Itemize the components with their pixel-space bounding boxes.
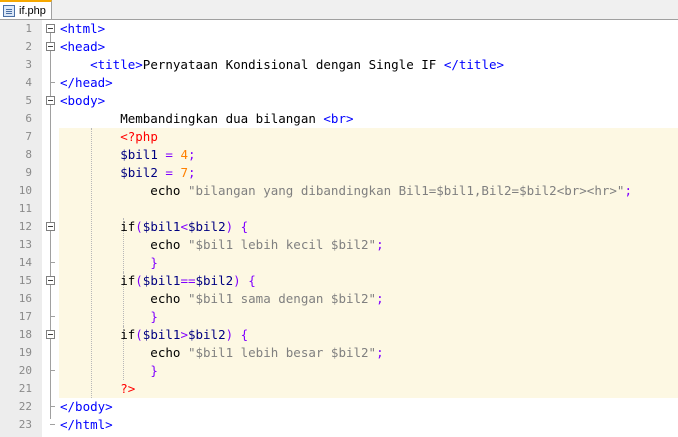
code-editor[interactable]: 1 <html> 2 <head> 3 <title>Pernyataan Kondis… [0, 20, 678, 437]
line-number: 17 [18, 310, 32, 323]
code-line[interactable]: 16 echo "$bil1 sama dengan $bil2"; [0, 290, 678, 308]
code-line[interactable]: 13 echo "$bil1 lebih kecil $bil2"; [0, 236, 678, 254]
code-text: if($bil1<$bil2) { [60, 219, 249, 234]
code-text: <?php [120, 129, 158, 144]
line-number: 8 [25, 148, 32, 161]
code-line[interactable]: 1 <html> [0, 20, 678, 38]
code-text: echo "$bil1 lebih besar $bil2"; [60, 345, 384, 360]
line-number: 15 [18, 274, 32, 287]
code-line[interactable]: 14 } [0, 254, 678, 272]
code-text: <html> [60, 21, 106, 36]
code-text: } [150, 255, 158, 270]
line-number: 2 [25, 40, 32, 53]
code-text: if($bil1>$bil2) { [60, 327, 249, 342]
code-text: $bil2 = 7; [120, 165, 196, 180]
tab-bar: if.php [0, 0, 678, 20]
line-number: 12 [18, 220, 32, 233]
line-number: 21 [18, 382, 32, 395]
php-file-icon [3, 4, 15, 17]
code-line[interactable]: 23 </html> [0, 416, 678, 434]
code-text: } [150, 309, 158, 324]
code-text: echo "bilangan yang dibandingkan Bil1=$b… [60, 183, 632, 198]
code-text: $bil1 = 4; [120, 147, 196, 162]
code-text: <title>Pernyataan Kondisional dengan Sin… [90, 57, 505, 72]
code-text: echo "$bil1 lebih kecil $bil2"; [60, 237, 384, 252]
line-number: 23 [18, 418, 32, 431]
line-number: 19 [18, 346, 32, 359]
code-text: Membandingkan dua bilangan <br> [60, 111, 354, 126]
code-line[interactable]: 22 </body> [0, 398, 678, 416]
code-line[interactable]: 5 <body> [0, 92, 678, 110]
code-text: <head> [60, 39, 106, 54]
code-line[interactable]: 8 $bil1 = 4; [0, 146, 678, 164]
code-line[interactable]: 18 if($bil1>$bil2) { [0, 326, 678, 344]
line-number: 22 [18, 400, 32, 413]
line-number: 16 [18, 292, 32, 305]
line-number: 7 [25, 130, 32, 143]
code-text: </head> [60, 75, 113, 90]
line-number: 1 [25, 22, 32, 35]
code-text: </html> [60, 417, 113, 432]
code-text: ?> [120, 381, 136, 396]
code-line[interactable]: 15 if($bil1==$bil2) { [0, 272, 678, 290]
code-line[interactable]: 11 [0, 200, 678, 218]
code-line[interactable]: 6 Membandingkan dua bilangan <br> [0, 110, 678, 128]
line-number: 4 [25, 76, 32, 89]
line-number: 5 [25, 94, 32, 107]
code-line[interactable]: 9 $bil2 = 7; [0, 164, 678, 182]
line-number: 6 [25, 112, 32, 125]
code-line[interactable]: 4 </head> [0, 74, 678, 92]
line-number: 9 [25, 166, 32, 179]
tab-if-php[interactable]: if.php [0, 0, 52, 19]
code-line[interactable]: 19 echo "$bil1 lebih besar $bil2"; [0, 344, 678, 362]
code-line[interactable]: 21 ?> [0, 380, 678, 398]
line-number: 20 [18, 364, 32, 377]
code-text: if($bil1==$bil2) { [60, 273, 256, 288]
code-line[interactable]: 12 if($bil1<$bil2) { [0, 218, 678, 236]
code-line[interactable]: 2 <head> [0, 38, 678, 56]
code-text: </body> [60, 399, 113, 414]
line-number: 10 [18, 184, 32, 197]
code-text: <body> [60, 93, 106, 108]
line-number: 14 [18, 256, 32, 269]
code-line[interactable]: 7 <?php [0, 128, 678, 146]
code-line[interactable]: 20 } [0, 362, 678, 380]
line-number: 18 [18, 328, 32, 341]
code-text: } [150, 363, 158, 378]
line-number: 11 [18, 202, 32, 215]
code-text: echo "$bil1 sama dengan $bil2"; [60, 291, 384, 306]
line-number: 3 [25, 58, 32, 71]
tab-label: if.php [19, 4, 46, 17]
code-line[interactable]: 17 } [0, 308, 678, 326]
line-number: 13 [18, 238, 32, 251]
code-line[interactable]: 3 <title>Pernyataan Kondisional dengan S… [0, 56, 678, 74]
code-line[interactable]: 10 echo "bilangan yang dibandingkan Bil1… [0, 182, 678, 200]
